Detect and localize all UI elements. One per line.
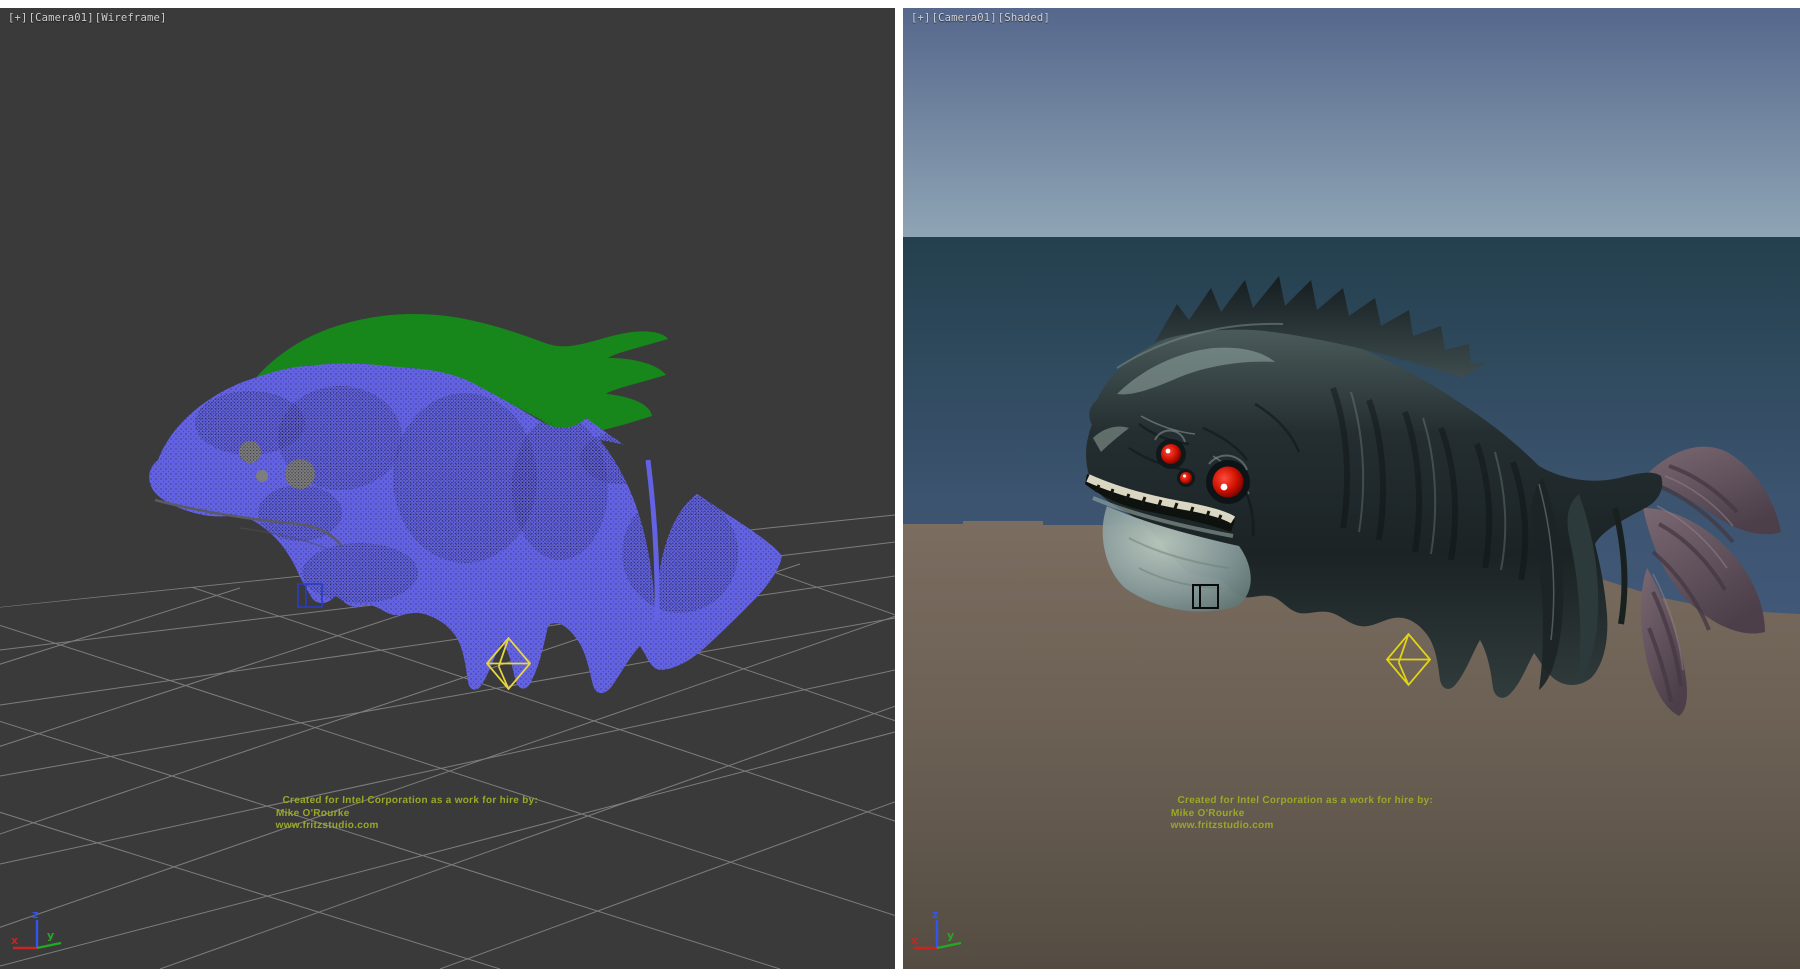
credit-text-left: Created for Intel Corporation as a work … — [275, 795, 538, 833]
credit-line: www.fritzstudio.com — [1170, 820, 1432, 833]
viewport-menu-camera[interactable]: [Camera01] — [932, 12, 997, 24]
credit-line: Mike O'Rourke — [1171, 808, 1433, 821]
viewport-wireframe[interactable]: x z y [+][Camera01][Wireframe] Created f… — [0, 8, 895, 969]
viewport-menu-shading[interactable]: [Shaded] — [998, 12, 1050, 24]
credit-text-right: Created for Intel Corporation as a work … — [1170, 795, 1433, 833]
viewport-menu-expand[interactable]: [+] — [911, 12, 931, 24]
credit-line: www.fritzstudio.com — [275, 820, 537, 833]
credit-line: Mike O'Rourke — [276, 808, 538, 821]
sky — [903, 8, 1800, 237]
viewport-shaded[interactable]: x z y [+][Camera01][Shaded] Created for … — [903, 8, 1800, 969]
credit-line: Created for Intel Corporation as a work … — [1171, 795, 1433, 808]
viewport-label-right: [+][Camera01][Shaded] — [911, 12, 1051, 24]
axis-z-label: z — [32, 908, 38, 921]
viewport-menu-camera[interactable]: [Camera01] — [29, 12, 94, 24]
axis-x-label: x — [11, 934, 18, 947]
eye-middle — [1180, 472, 1192, 484]
axis-y-label: y — [47, 929, 54, 942]
eye-right — [1213, 467, 1244, 498]
axis-y-label: y — [947, 929, 954, 942]
viewport-label-left: [+][Camera01][Wireframe] — [8, 12, 168, 24]
viewport-menu-expand[interactable]: [+] — [8, 12, 28, 24]
eye-left — [1161, 444, 1181, 464]
axis-z-label: z — [932, 908, 938, 921]
credit-line: Created for Intel Corporation as a work … — [276, 795, 538, 808]
screenshot-root: { "left_viewport": { "label": { "expand"… — [0, 0, 1800, 978]
viewport-menu-shading[interactable]: [Wireframe] — [95, 12, 167, 24]
axis-x-label: x — [911, 934, 918, 947]
